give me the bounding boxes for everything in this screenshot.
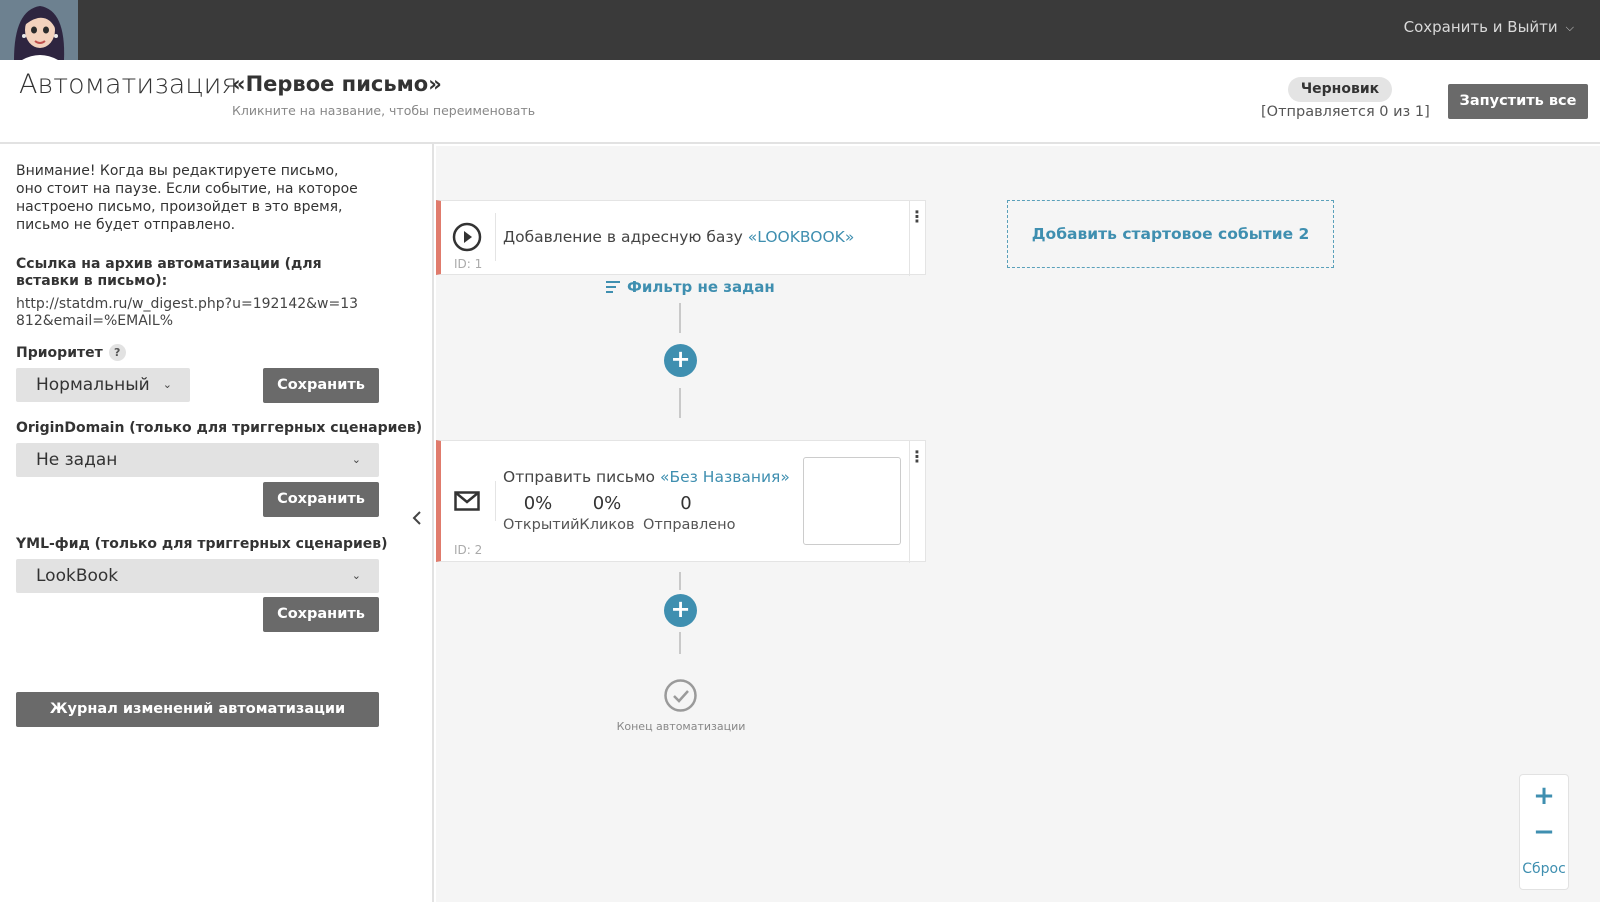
change-log-button[interactable]: Журнал изменений автоматизации — [16, 692, 379, 727]
origin-domain-select[interactable]: Не задан ⌄ — [16, 443, 379, 477]
node-icon-area — [441, 213, 496, 261]
end-check-icon — [664, 679, 697, 712]
zoom-controls: + − Сброс — [1519, 774, 1569, 890]
chevron-down-icon: ⌄ — [351, 453, 361, 466]
save-priority-button[interactable]: Сохранить — [263, 368, 379, 403]
sending-status: [Отправляется 0 из 1] — [1261, 104, 1430, 120]
archive-link-label: Ссылка на архив автоматизации (для встав… — [16, 256, 322, 289]
filter-link[interactable]: Фильтр не задан — [606, 278, 775, 296]
send-email-description: Отправить письмо — [503, 468, 656, 486]
connector-line — [679, 388, 681, 418]
email-preview-thumbnail[interactable] — [803, 457, 901, 545]
stat-label: Отправлено — [643, 517, 736, 533]
add-step-button[interactable]: + — [664, 594, 697, 627]
start-event-text: Добавление в адресную базу «LOOKBOOK» — [503, 228, 854, 246]
run-all-button[interactable]: Запустить все — [1448, 84, 1588, 119]
priority-label: Приоритет? — [16, 344, 126, 361]
automation-name[interactable]: «Первое письмо» — [232, 72, 442, 96]
stat-opens: 0% Открытий — [503, 493, 580, 535]
connector-line — [679, 572, 681, 590]
more-menu-icon[interactable]: ⋮ — [909, 207, 925, 226]
avatar-illustration — [0, 0, 78, 60]
stat-label: Открытий — [503, 517, 580, 533]
envelope-icon — [454, 491, 480, 511]
zoom-in-button[interactable]: + — [1520, 781, 1568, 811]
top-bar: Сохранить и Выйти ⌵ — [0, 0, 1600, 60]
node-id: ID: 1 — [454, 257, 483, 271]
origin-domain-label: OriginDomain (только для триггерных сцен… — [16, 420, 423, 436]
save-yml-feed-button[interactable]: Сохранить — [263, 597, 379, 632]
start-event-description: Добавление в адресную базу — [503, 228, 743, 246]
chevron-down-icon: ⌄ — [351, 569, 361, 582]
connector-line — [679, 632, 681, 654]
connector-line — [679, 303, 681, 333]
zoom-reset-button[interactable]: Сброс — [1520, 861, 1568, 877]
save-and-exit-menu[interactable]: Сохранить и Выйти ⌵ — [1404, 18, 1574, 36]
yml-feed-select[interactable]: LookBook ⌄ — [16, 559, 379, 593]
stat-value: 0% — [592, 493, 622, 514]
rename-hint: Кликните на название, чтобы переименоват… — [232, 103, 536, 118]
settings-sidebar: Внимание! Когда вы редактируете письмо, … — [0, 144, 434, 902]
automation-canvas[interactable]: Добавление в адресную базу «LOOKBOOK» ID… — [436, 146, 1600, 902]
status-badge: Черновик — [1288, 77, 1392, 102]
save-origin-domain-button[interactable]: Сохранить — [263, 482, 379, 517]
filter-lines-icon — [606, 281, 620, 293]
node-icon-area — [441, 481, 496, 521]
play-icon — [452, 222, 482, 252]
stat-value: 0 — [680, 493, 692, 514]
node-id: ID: 2 — [454, 543, 483, 557]
stat-clicks: 0% Кликов — [579, 493, 635, 535]
user-avatar[interactable] — [0, 0, 78, 60]
email-name-link[interactable]: «Без Названия» — [660, 468, 790, 486]
page-header: Автоматизация «Первое письмо» Кликните н… — [0, 60, 1600, 144]
chevron-down-icon: ⌄ — [162, 378, 172, 391]
chevron-down-icon: ⌵ — [1565, 21, 1574, 34]
add-step-button[interactable]: + — [664, 344, 697, 377]
yml-feed-value: LookBook — [36, 566, 119, 586]
send-email-node[interactable]: Отправить письмо «Без Названия» 0% Откры… — [436, 440, 926, 563]
yml-feed-label: YML-фид (только для триггерных сценариев… — [16, 536, 388, 552]
stat-value: 0% — [523, 493, 553, 514]
add-start-event-button[interactable]: Добавить стартовое событие 2 — [1007, 200, 1334, 268]
stat-sent: 0 Отправлено — [643, 493, 736, 535]
help-icon[interactable]: ? — [108, 344, 126, 361]
address-base-link[interactable]: «LOOKBOOK» — [748, 228, 855, 246]
edit-warning: Внимание! Когда вы редактируете письмо, … — [16, 163, 358, 233]
save-exit-label: Сохранить и Выйти — [1403, 18, 1558, 36]
archive-link-url[interactable]: http://statdm.ru/w_digest.php?u=192142&w… — [16, 296, 366, 330]
zoom-out-button[interactable]: − — [1520, 817, 1568, 847]
start-event-node[interactable]: Добавление в адресную базу «LOOKBOOK» ID… — [436, 200, 926, 276]
priority-label-text: Приоритет — [16, 345, 103, 361]
send-email-text: Отправить письмо «Без Названия» — [503, 468, 790, 486]
filter-label: Фильтр не задан — [627, 278, 775, 296]
origin-domain-value: Не задан — [36, 450, 118, 470]
chevron-left-icon — [412, 511, 421, 525]
check-circle-icon — [664, 679, 697, 712]
collapse-sidebar-icon[interactable] — [412, 510, 422, 529]
priority-select[interactable]: Нормальный ⌄ — [16, 368, 190, 402]
stat-label: Кликов — [579, 517, 635, 533]
page-title: Автоматизация — [19, 69, 238, 100]
more-menu-icon[interactable]: ⋮ — [909, 447, 925, 466]
priority-value: Нормальный — [36, 375, 150, 395]
end-automation-label: Конец автоматизации — [616, 720, 746, 733]
